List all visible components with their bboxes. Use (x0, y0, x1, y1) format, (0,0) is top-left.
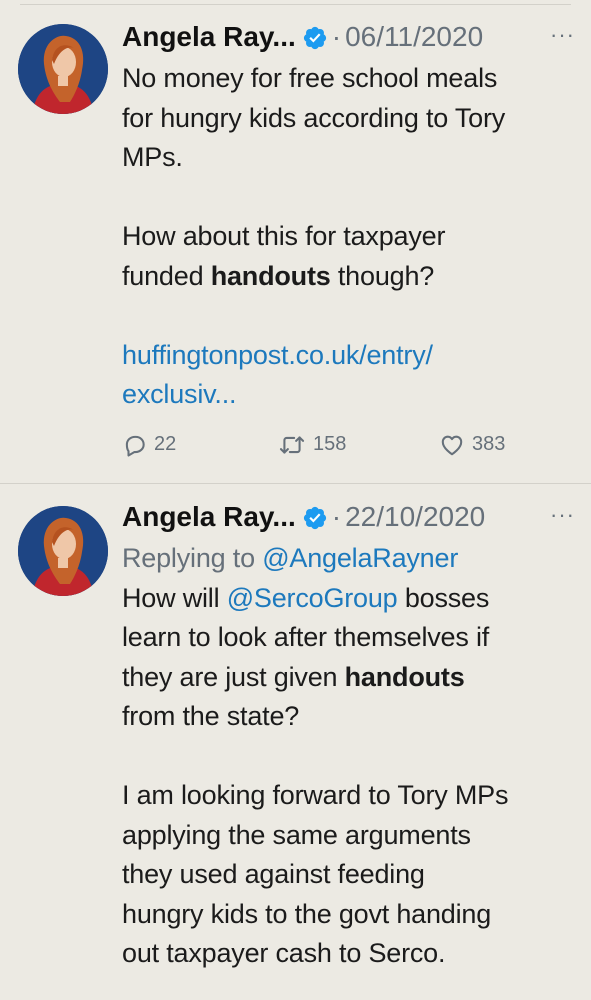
text-line: funded handouts though? (122, 257, 575, 297)
reply-icon (125, 435, 145, 457)
retweet-count: 158 (313, 433, 347, 455)
text-line: No money for free school meals (122, 59, 575, 99)
replying-to-label: Replying to (122, 543, 263, 573)
text-line: hungry kids to the govt handing (122, 895, 575, 935)
bold-text: handouts (210, 260, 331, 291)
reply-button[interactable]: 22 (122, 428, 176, 460)
verified-badge-icon (303, 506, 326, 530)
text-line: MPs. (122, 138, 575, 178)
tweet-1[interactable]: Angela Ray... · 06/11/2020 ··· No money fo… (0, 0, 591, 483)
mention-link[interactable]: @SercoGroup (227, 583, 398, 613)
text-line: from the state? (122, 697, 575, 737)
bold-text: handouts (344, 661, 465, 692)
url-link[interactable]: exclusiv... (122, 379, 237, 409)
text-segment: applying the same arguments (122, 819, 471, 850)
text-segment: out taxpayer cash to Serco. (122, 938, 446, 968)
action-bar: 22 158 383 (122, 428, 522, 460)
more-options-icon[interactable]: ··· (550, 500, 575, 530)
tweet-text: Replying to @AngelaRayner How will @Serco… (122, 539, 575, 974)
text-line: How will @SercoGroup bosses (122, 579, 575, 619)
tweet-feed: Angela Ray... · 06/11/2020 ··· No money fo… (0, 0, 591, 1000)
author-name[interactable]: Angela Ray... (122, 20, 296, 54)
avatar[interactable] (18, 24, 108, 114)
text-line: How about this for taxpayer (122, 217, 575, 257)
text-segment: How about this for taxpayer (122, 221, 446, 251)
verified-badge-icon (303, 26, 326, 50)
text-segment: funded (122, 260, 211, 291)
text-line: Replying to @AngelaRayner (122, 539, 575, 579)
text-line: out taxpayer cash to Serco. (122, 934, 575, 974)
text-line: huffingtonpost.co.uk/entry/ (122, 336, 575, 376)
tweet-header: Angela Ray... · 22/10/2020 ··· (122, 500, 575, 534)
tweet-date[interactable]: 22/10/2020 (345, 500, 485, 534)
mention-link[interactable]: @AngelaRayner (262, 543, 458, 573)
author-name[interactable]: Angela Ray... (122, 500, 296, 534)
reply-count: 22 (154, 433, 177, 455)
tweet-text: No money for free school meals for hungry… (122, 59, 575, 415)
text-line: learn to look after themselves if (122, 618, 575, 658)
retweet-button[interactable]: 158 (277, 428, 346, 460)
heart-icon (441, 435, 463, 455)
text-line: they are just given handouts (122, 658, 575, 698)
url-link[interactable]: huffingtonpost.co.uk/entry/ (122, 340, 433, 370)
text-segment: How will (122, 582, 227, 613)
text-line: applying the same arguments (122, 816, 575, 856)
tweet-2[interactable]: Angela Ray... · 22/10/2020 ··· Replying to… (0, 484, 591, 1000)
text-segment: No money for free school meals (122, 63, 498, 93)
text-line: for hungry kids according to Tory (122, 99, 575, 139)
text-segment: though? (330, 260, 435, 291)
text-segment: bosses (397, 582, 490, 613)
tweet-header: Angela Ray... · 06/11/2020 ··· (122, 20, 575, 54)
text-segment: for hungry kids according to Tory (122, 102, 506, 133)
text-segment: they used against feeding (122, 859, 425, 889)
avatar[interactable] (18, 506, 108, 596)
text-segment: MPs. (122, 142, 183, 172)
text-segment: they are just given (122, 661, 345, 692)
text-line: they used against feeding (122, 855, 575, 895)
text-line: I am looking forward to Tory MPs (122, 776, 575, 816)
text-segment: learn to look after themselves if (122, 622, 490, 652)
like-count: 383 (472, 433, 506, 455)
retweet-icon (279, 436, 305, 454)
separator-dot: · (331, 501, 342, 532)
text-segment: from the state? (122, 701, 300, 731)
more-options-icon[interactable]: ··· (550, 20, 575, 50)
text-segment: hungry kids to the govt handing (122, 898, 492, 929)
like-button[interactable]: 383 (438, 428, 505, 460)
text-segment: I am looking forward to Tory MPs (122, 780, 509, 810)
separator-dot: · (331, 21, 342, 52)
text-line: exclusiv... (122, 375, 575, 415)
tweet-date[interactable]: 06/11/2020 (345, 20, 483, 54)
